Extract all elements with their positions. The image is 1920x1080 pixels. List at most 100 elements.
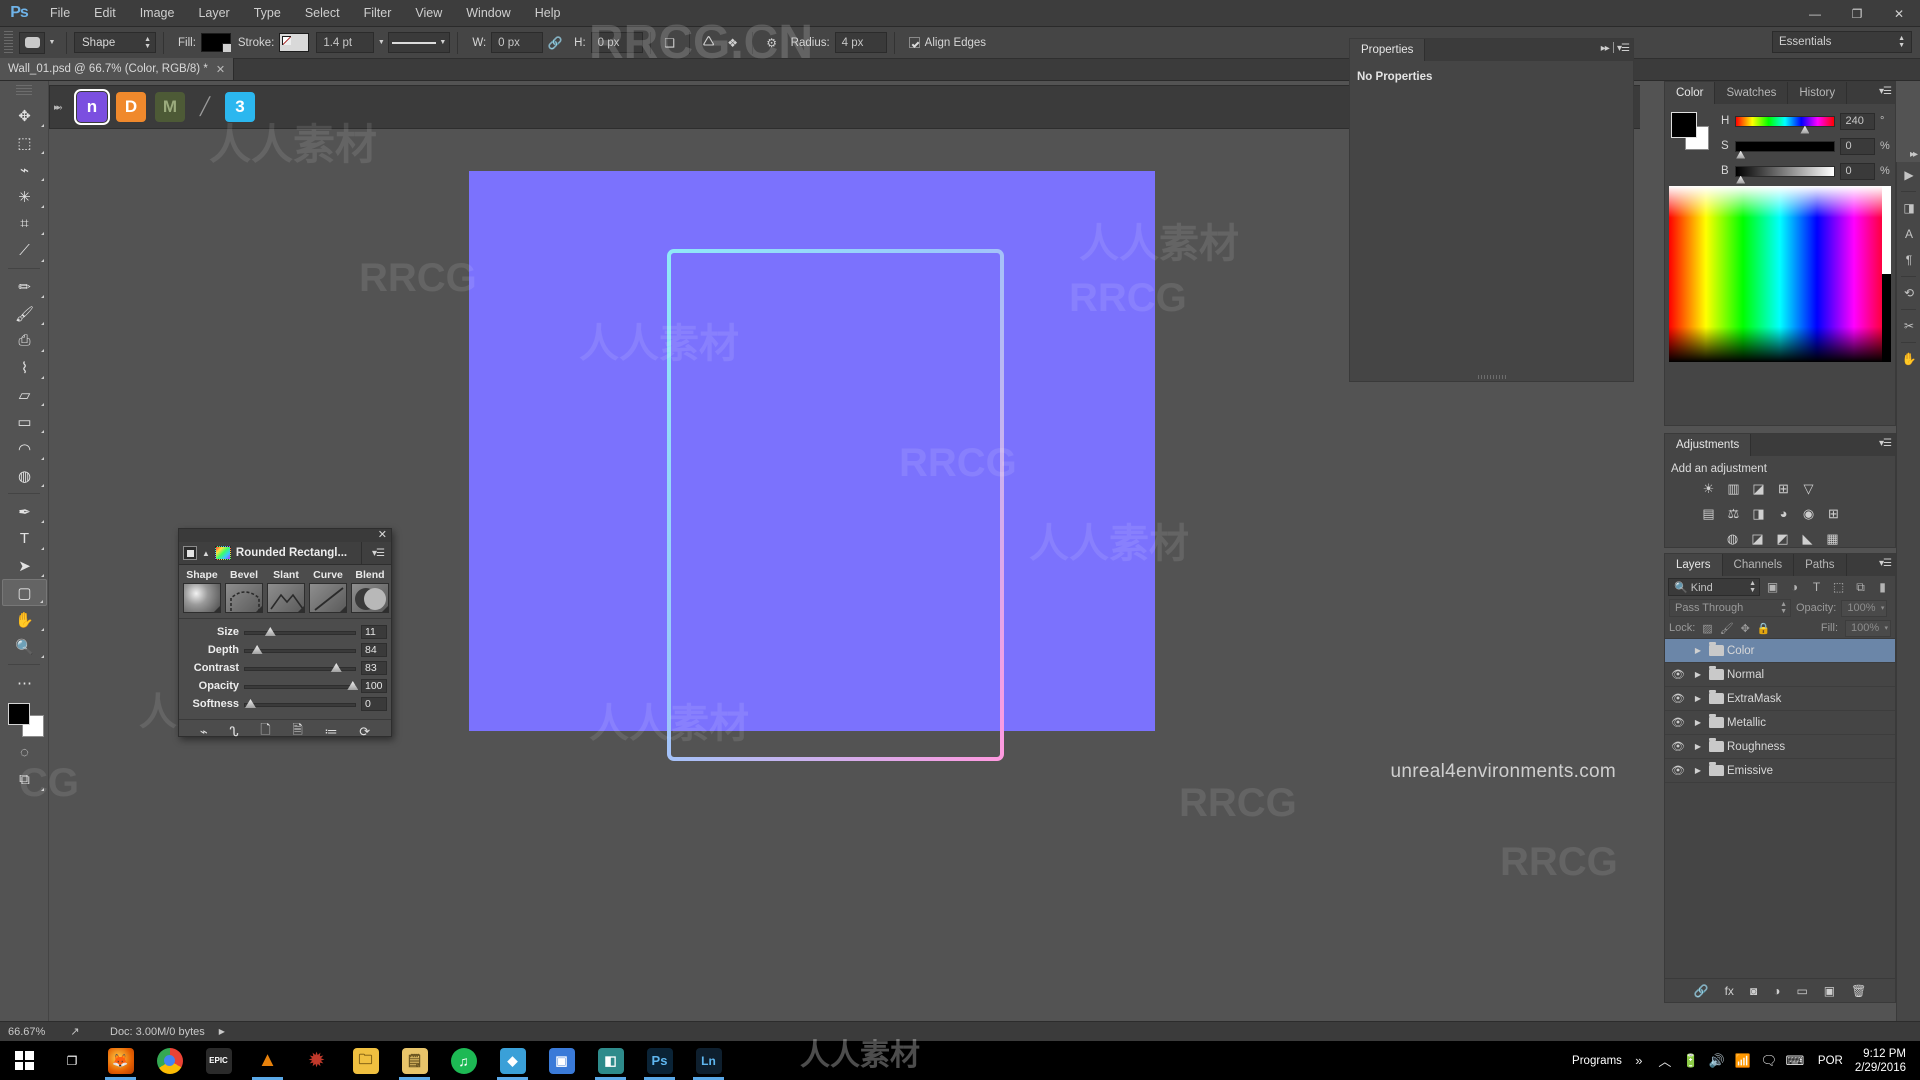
fill-swatch[interactable] <box>200 33 231 52</box>
eyedropper-tool[interactable]: ⟋ <box>2 237 47 264</box>
volume-icon[interactable]: 🔊 <box>1704 1041 1730 1080</box>
new-group-icon[interactable]: ▭ <box>1796 984 1807 998</box>
tool-preset-chevron-down-icon[interactable]: ▼ <box>45 32 59 54</box>
layer-visibility-toggle[interactable]: 👁 <box>1665 668 1691 681</box>
filter-shape-icon[interactable]: ⬚ <box>1829 578 1848 596</box>
brightness-value[interactable]: 0 <box>1839 162 1875 180</box>
tab-channels[interactable]: Channels <box>1723 554 1795 576</box>
pen-tool[interactable]: ✒ <box>2 498 47 525</box>
color-rail-icon[interactable]: ▶ <box>1897 162 1920 188</box>
quixel-taskbar-icon[interactable]: ◧ <box>586 1041 635 1080</box>
black-white-ramp[interactable] <box>1882 186 1891 362</box>
panel-menu-icon[interactable]: ▸▸ ⏐ ▾☰ <box>1601 43 1630 54</box>
hue-value[interactable]: 240 <box>1839 112 1875 130</box>
collapse-panels-icon[interactable]: ▸▸ <box>1910 149 1918 160</box>
lasso-tool[interactable]: ⌁ <box>2 156 47 183</box>
document-tab[interactable]: Wall_01.psd @ 66.7% (Color, RGB/8) * ✕ <box>0 58 235 80</box>
expand-group-icon[interactable]: ▶ <box>1691 766 1705 775</box>
saturation-value[interactable]: 0 <box>1839 137 1875 155</box>
expand-group-icon[interactable]: ▶ <box>1691 694 1705 703</box>
layer-filter-kind-select[interactable]: 🔍 Kind ▲ ▼ <box>1668 578 1760 596</box>
lock-all-icon[interactable]: 🔒 <box>1757 622 1771 635</box>
clone-stamp-tool[interactable]: ⎙ <box>2 327 47 354</box>
substance-painter-taskbar-icon[interactable]: ✹ <box>292 1041 341 1080</box>
height-field[interactable]: 0 px <box>590 32 643 53</box>
crop-tool[interactable]: ⌗ <box>2 210 47 237</box>
softness-value[interactable]: 0 <box>361 697 387 711</box>
history-brush-tool[interactable]: ⌇ <box>2 354 47 381</box>
menu-select[interactable]: Select <box>293 0 352 27</box>
blend-mode-select[interactable]: Pass Through ▲ ▼ <box>1669 599 1791 617</box>
path-alignment-icon[interactable]: 🛆 <box>697 31 721 54</box>
layer-visibility-toggle[interactable]: 👁 <box>1665 692 1691 705</box>
task-view-button[interactable]: ❐ <box>48 1041 96 1080</box>
expand-group-icon[interactable]: ▶ <box>1691 718 1705 727</box>
pick-path-icon[interactable]: ⌁ <box>200 724 208 740</box>
filter-type-icon[interactable]: T <box>1807 578 1826 596</box>
menu-layer[interactable]: Layer <box>186 0 241 27</box>
lock-transparency-icon[interactable]: ▨ <box>1702 622 1712 635</box>
metallic-chip[interactable]: M <box>155 92 185 122</box>
unreal-taskbar-icon[interactable]: ◆ <box>488 1041 537 1080</box>
color-spectrum-ramp[interactable] <box>1669 186 1891 362</box>
menu-type[interactable]: Type <box>242 0 293 27</box>
menu-help[interactable]: Help <box>523 0 573 27</box>
expand-group-icon[interactable]: ▶ <box>1691 742 1705 751</box>
color-fgbg-swatch[interactable] <box>1671 112 1709 150</box>
link-layers-icon[interactable]: 🔗 <box>1694 984 1709 998</box>
brightness-contrast-icon[interactable]: ☀ <box>1699 480 1718 497</box>
panel-menu-icon[interactable]: ▾☰ <box>1879 86 1892 97</box>
quick-mask-toggle[interactable]: ◌ <box>2 739 47 766</box>
lock-position-icon[interactable]: ✥ <box>1741 622 1750 635</box>
chrome-taskbar-icon[interactable] <box>145 1041 194 1080</box>
hand-rail-icon[interactable]: ✋ <box>1897 346 1920 372</box>
duplicate-icon[interactable]: 🗎 <box>292 721 302 743</box>
zoom-tool[interactable]: 🔍 <box>2 633 47 660</box>
blur-tool[interactable]: ◠ <box>2 435 47 462</box>
opacity-value[interactable]: 100 <box>361 679 387 693</box>
settings-icon[interactable]: ≔ <box>325 724 338 740</box>
spotify-taskbar-icon[interactable]: ♫ <box>439 1041 488 1080</box>
clock[interactable]: 9:12 PM 2/29/2016 <box>1847 1047 1920 1075</box>
workspace-select[interactable]: Essentials ▲ ▼ <box>1772 31 1912 53</box>
size-slider[interactable] <box>244 627 356 636</box>
shape-mode-select[interactable]: Shape ▲ ▼ <box>74 32 156 53</box>
close-button[interactable]: ✕ <box>1878 0 1920 27</box>
stroke-style-select[interactable]: ▼ <box>388 32 451 53</box>
network-icon[interactable]: 📶 <box>1730 1041 1756 1080</box>
curves-icon[interactable]: ◪ <box>1749 480 1768 497</box>
start-button[interactable] <box>0 1041 48 1080</box>
tab-paths[interactable]: Paths <box>1794 554 1847 576</box>
preset-thumbnail[interactable] <box>214 546 231 560</box>
character-rail-icon[interactable]: A <box>1897 221 1920 247</box>
screen-mode-toggle[interactable]: ⧉ <box>2 766 47 793</box>
type-tool[interactable]: T <box>2 525 47 552</box>
stroke-width-chevron-down-icon[interactable]: ▼ <box>374 32 388 54</box>
menu-image[interactable]: Image <box>128 0 187 27</box>
selective-color-icon[interactable]: ◣ <box>1798 530 1817 547</box>
preset-bevel[interactable]: Bevel <box>225 569 263 613</box>
layer-row-metallic[interactable]: 👁 ▶ Metallic <box>1665 711 1895 735</box>
align-edges-checkbox[interactable]: Align Edges <box>908 37 986 49</box>
filter-toggle-switch[interactable]: ▮ <box>1873 578 1892 596</box>
status-expand-icon[interactable]: ▶ <box>219 1027 225 1036</box>
photoshop-taskbar-icon[interactable]: Ps <box>635 1041 684 1080</box>
dodge-tool[interactable]: ◍ <box>2 462 47 489</box>
panel-menu-icon[interactable]: ▾☰ <box>1879 438 1892 449</box>
preset-curve[interactable]: Curve <box>309 569 347 613</box>
spot-healing-brush-tool[interactable]: ✏ <box>2 273 47 300</box>
path-selection-tool[interactable]: ➤ <box>2 552 47 579</box>
hue-slider[interactable] <box>1735 115 1835 134</box>
lock-image-icon[interactable]: 🖌 <box>1720 622 1734 635</box>
new-layer-icon[interactable]: ▣ <box>1824 984 1835 998</box>
gear-icon[interactable]: ⚙ <box>760 31 784 54</box>
color-lookup-icon[interactable]: ⊞ <box>1824 505 1843 522</box>
path-operations-icon[interactable]: ❑ <box>658 31 682 54</box>
opacity-field[interactable]: 100% ▾ <box>1841 599 1888 617</box>
layer-visibility-toggle[interactable]: 👁 <box>1665 740 1691 753</box>
edit-toolbar-icon[interactable]: ⋯ <box>2 669 47 696</box>
layer-visibility-toggle[interactable]: 👁 <box>1665 716 1691 729</box>
brightness-slider[interactable] <box>1735 165 1835 184</box>
menu-edit[interactable]: Edit <box>82 0 128 27</box>
minimize-button[interactable]: — <box>1794 0 1836 27</box>
